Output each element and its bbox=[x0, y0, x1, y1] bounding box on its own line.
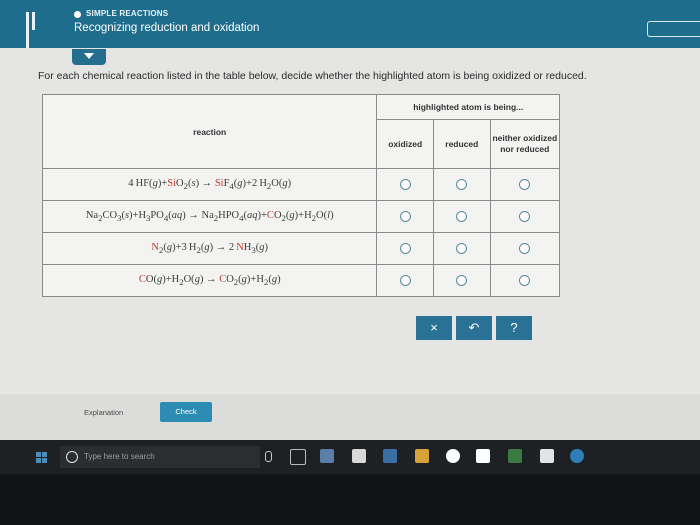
table-row: CO(g)+H2O(g) → CO2(g)+H2(g) bbox=[41, 264, 561, 297]
app-header: SIMPLE REACTIONS Recognizing reduction a… bbox=[0, 0, 700, 48]
radio-oxidized-cell bbox=[376, 200, 435, 233]
clear-button[interactable]: × bbox=[416, 316, 452, 340]
reaction-equation: N2(g)+3 H2(g) → 2 NH3(g) bbox=[41, 232, 378, 265]
app-icon[interactable] bbox=[508, 449, 522, 463]
search-icon bbox=[66, 451, 78, 463]
radio-reduced-cell bbox=[433, 232, 491, 265]
table-row: N2(g)+3 H2(g) → 2 NH3(g) bbox=[41, 232, 561, 265]
section-label: SIMPLE REACTIONS bbox=[86, 9, 169, 18]
app-icon[interactable] bbox=[540, 449, 554, 463]
radio-oxidized-cell bbox=[376, 264, 435, 297]
radio-reduced[interactable] bbox=[456, 242, 468, 254]
reaction-column-header: reaction bbox=[41, 94, 378, 169]
radio-reduced[interactable] bbox=[456, 210, 468, 222]
neither-column-header: neither oxidized nor reduced bbox=[489, 119, 561, 169]
highlighted-group-header: highlighted atom is being... bbox=[376, 94, 560, 120]
instruction-text: For each chemical reaction listed in the… bbox=[38, 70, 587, 82]
reduced-column-header: reduced bbox=[433, 119, 491, 169]
explanation-link[interactable]: Explanation bbox=[84, 408, 123, 417]
radio-reduced-cell bbox=[433, 168, 491, 201]
action-bar: × ↶ ? bbox=[416, 316, 536, 340]
radio-neither[interactable] bbox=[519, 210, 531, 222]
app-icon[interactable] bbox=[320, 449, 334, 463]
check-button[interactable]: Check bbox=[160, 402, 212, 422]
radio-oxidized[interactable] bbox=[399, 242, 411, 254]
radio-neither-cell bbox=[489, 232, 561, 265]
header-toggle[interactable] bbox=[647, 21, 700, 37]
app-icon[interactable] bbox=[352, 449, 366, 463]
radio-reduced[interactable] bbox=[456, 178, 468, 190]
section-dot-icon bbox=[74, 11, 81, 18]
taskbar-search[interactable]: Type here to search bbox=[60, 446, 260, 468]
radio-neither-cell bbox=[489, 200, 561, 233]
table-row: 4 HF(g)+SiO2(s) → SiF4(g)+2 H2O(g) bbox=[41, 168, 561, 201]
radio-reduced-cell bbox=[433, 200, 491, 233]
windows-taskbar: Type here to search bbox=[0, 440, 700, 474]
radio-oxidized[interactable] bbox=[399, 178, 411, 190]
reaction-equation: 4 HF(g)+SiO2(s) → SiF4(g)+2 H2O(g) bbox=[41, 168, 378, 201]
radio-oxidized-cell bbox=[376, 168, 435, 201]
search-placeholder: Type here to search bbox=[84, 452, 155, 461]
table-row: Na2CO3(s)+H3PO4(aq) → Na2HPO4(aq)+CO2(g)… bbox=[41, 200, 561, 233]
windows-logo-icon[interactable] bbox=[36, 452, 48, 464]
task-view-icon[interactable] bbox=[290, 449, 306, 465]
oxidized-column-header: oxidized bbox=[376, 119, 435, 169]
radio-neither-cell bbox=[489, 168, 561, 201]
radio-reduced[interactable] bbox=[456, 274, 468, 286]
footer-bar: Explanation Check bbox=[0, 394, 700, 440]
radio-reduced-cell bbox=[433, 264, 491, 297]
menu-icon[interactable] bbox=[26, 12, 40, 48]
radio-oxidized[interactable] bbox=[399, 210, 411, 222]
radio-oxidized-cell bbox=[376, 232, 435, 265]
chevron-down-icon bbox=[84, 53, 94, 59]
main-content: For each chemical reaction listed in the… bbox=[0, 48, 700, 440]
undo-button[interactable]: ↶ bbox=[456, 316, 492, 340]
desk-surface bbox=[0, 474, 700, 525]
radio-neither[interactable] bbox=[519, 242, 531, 254]
radio-neither-cell bbox=[489, 264, 561, 297]
reaction-equation: Na2CO3(s)+H3PO4(aq) → Na2HPO4(aq)+CO2(g)… bbox=[41, 200, 378, 233]
help-button[interactable]: ? bbox=[496, 316, 532, 340]
page-title: Recognizing reduction and oxidation bbox=[74, 22, 260, 34]
app-icon[interactable] bbox=[415, 449, 429, 463]
radio-neither[interactable] bbox=[519, 274, 531, 286]
microphone-icon[interactable] bbox=[265, 451, 272, 462]
collapse-button[interactable] bbox=[72, 49, 106, 65]
app-icon[interactable] bbox=[476, 449, 490, 463]
radio-oxidized[interactable] bbox=[399, 274, 411, 286]
reaction-table: reaction highlighted atom is being... ox… bbox=[41, 94, 561, 297]
app-icon[interactable] bbox=[446, 449, 460, 463]
app-icon[interactable] bbox=[570, 449, 584, 463]
reaction-equation: CO(g)+H2O(g) → CO2(g)+H2(g) bbox=[41, 264, 378, 297]
radio-neither[interactable] bbox=[519, 178, 531, 190]
app-icon[interactable] bbox=[383, 449, 397, 463]
